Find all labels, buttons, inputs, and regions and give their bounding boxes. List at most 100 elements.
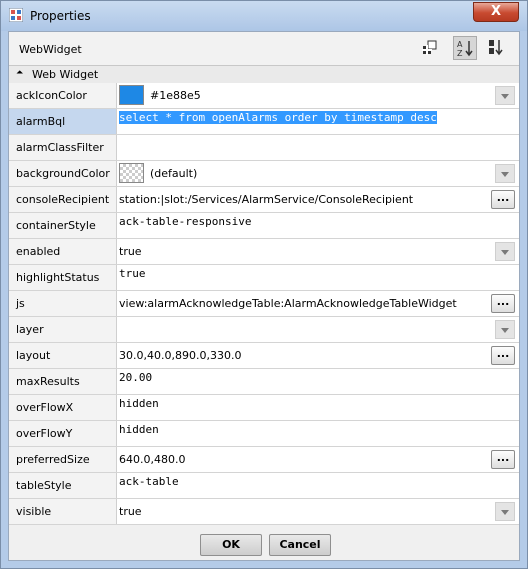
browse-button[interactable]: ... bbox=[491, 190, 515, 209]
property-row-highlightStatus[interactable]: highlightStatus true bbox=[9, 265, 519, 291]
property-value[interactable]: station:|slot:/Services/AlarmService/Con… bbox=[119, 187, 517, 212]
value-text: view:alarmAcknowledgeTable:AlarmAcknowle… bbox=[119, 297, 457, 310]
property-row-enabled[interactable]: enabled true bbox=[9, 239, 519, 265]
ok-button[interactable]: OK bbox=[200, 534, 262, 556]
property-name: js bbox=[9, 291, 117, 316]
property-name: layer bbox=[9, 317, 117, 342]
property-value[interactable]: 30.0,40.0,890.0,330.0 bbox=[119, 343, 517, 368]
property-name: overFlowY bbox=[9, 421, 117, 446]
property-row-maxResults[interactable]: maxResults 20.00 bbox=[9, 369, 519, 395]
header-title: WebWidget bbox=[19, 43, 82, 56]
property-value[interactable]: true bbox=[119, 239, 517, 264]
property-name: layout bbox=[9, 343, 117, 368]
property-name: maxResults bbox=[9, 369, 117, 394]
dropdown-arrow-icon[interactable] bbox=[495, 502, 515, 521]
value-text: true bbox=[119, 267, 146, 280]
close-button[interactable]: X bbox=[473, 2, 519, 22]
property-row-visible[interactable]: visible true bbox=[9, 499, 519, 525]
property-name: visible bbox=[9, 499, 117, 524]
property-name: consoleRecipient bbox=[9, 187, 117, 212]
color-value: (default) bbox=[150, 167, 198, 180]
value-text: 30.0,40.0,890.0,330.0 bbox=[119, 349, 242, 362]
sort-category-button[interactable] bbox=[485, 36, 509, 60]
property-value[interactable]: hidden bbox=[119, 395, 517, 422]
value-text: hidden bbox=[119, 397, 159, 410]
value-text: hidden bbox=[119, 423, 159, 436]
browse-button[interactable]: ... bbox=[491, 294, 515, 313]
properties-header: WebWidget A Z bbox=[9, 32, 519, 66]
value-text: 20.00 bbox=[119, 371, 153, 384]
value-text: ack-table-responsive bbox=[119, 215, 252, 228]
property-name: enabled bbox=[9, 239, 117, 264]
property-value[interactable] bbox=[119, 317, 517, 342]
window-title: Properties bbox=[30, 9, 91, 23]
property-row-preferredSize[interactable]: preferredSize 640.0,480.0... bbox=[9, 447, 519, 473]
dropdown-arrow-icon[interactable] bbox=[495, 242, 515, 261]
property-name: alarmBql bbox=[9, 109, 117, 134]
property-name: backgroundColor bbox=[9, 161, 117, 186]
property-value[interactable] bbox=[119, 135, 517, 160]
property-name: preferredSize bbox=[9, 447, 117, 472]
dropdown-arrow-icon[interactable] bbox=[495, 86, 515, 105]
sort-category-icon bbox=[489, 40, 503, 56]
close-icon: X bbox=[490, 4, 502, 19]
property-table: ackIconColor #1e88e5 alarmBql select * from… bbox=[9, 83, 519, 525]
property-value[interactable]: true bbox=[119, 265, 517, 292]
selected-text: select * from openAlarms order by timest… bbox=[119, 111, 437, 124]
property-row-tableStyle[interactable]: tableStyle ack-table bbox=[9, 473, 519, 499]
property-row-alarmBql[interactable]: alarmBql select * from openAlarms order b… bbox=[9, 109, 519, 135]
property-value[interactable]: ack-table bbox=[119, 473, 517, 500]
property-name: highlightStatus bbox=[9, 265, 117, 290]
property-name: overFlowX bbox=[9, 395, 117, 420]
property-value[interactable]: ack-table-responsive bbox=[119, 213, 517, 240]
collapse-arrow-icon[interactable]: ⏶ bbox=[16, 68, 23, 78]
dialog-client: WebWidget A Z ⏶ Web Widget ackIconColor … bbox=[8, 31, 520, 561]
property-value[interactable]: view:alarmAcknowledgeTable:AlarmAcknowle… bbox=[119, 291, 517, 316]
expand-button[interactable] bbox=[419, 36, 443, 60]
property-row-containerStyle[interactable]: containerStyle ack-table-responsive bbox=[9, 213, 519, 239]
value-text: true bbox=[119, 505, 142, 518]
property-value[interactable]: hidden bbox=[119, 421, 517, 448]
color-swatch[interactable] bbox=[119, 85, 144, 105]
property-value[interactable]: 640.0,480.0 bbox=[119, 447, 517, 472]
value-text: station:|slot:/Services/AlarmService/Con… bbox=[119, 193, 414, 206]
property-value[interactable]: true bbox=[119, 499, 517, 524]
property-row-consoleRecipient[interactable]: consoleRecipient station:|slot:/Services/… bbox=[9, 187, 519, 213]
value-text: ack-table bbox=[119, 475, 179, 488]
browse-button[interactable]: ... bbox=[491, 450, 515, 469]
value-text: 640.0,480.0 bbox=[119, 453, 186, 466]
property-row-layer[interactable]: layer bbox=[9, 317, 519, 343]
property-name: ackIconColor bbox=[9, 83, 117, 108]
section-label: Web Widget bbox=[32, 68, 99, 81]
svg-text:A: A bbox=[457, 40, 463, 49]
title-bar[interactable]: Properties X bbox=[1, 1, 527, 31]
property-row-layout[interactable]: layout 30.0,40.0,890.0,330.0... bbox=[9, 343, 519, 369]
property-row-overFlowX[interactable]: overFlowX hidden bbox=[9, 395, 519, 421]
dropdown-arrow-icon[interactable] bbox=[495, 164, 515, 183]
property-value[interactable]: (default) bbox=[119, 161, 517, 186]
value-text: true bbox=[119, 245, 142, 258]
cancel-button[interactable]: Cancel bbox=[269, 534, 331, 556]
property-row-overFlowY[interactable]: overFlowY hidden bbox=[9, 421, 519, 447]
sort-az-icon: A Z bbox=[457, 40, 473, 58]
property-name: tableStyle bbox=[9, 473, 117, 498]
color-swatch[interactable] bbox=[119, 163, 144, 183]
property-row-ackIconColor[interactable]: ackIconColor #1e88e5 bbox=[9, 83, 519, 109]
property-row-backgroundColor[interactable]: backgroundColor (default) bbox=[9, 161, 519, 187]
browse-button[interactable]: ... bbox=[491, 346, 515, 365]
property-value[interactable]: select * from openAlarms order by timest… bbox=[119, 109, 517, 136]
section-web-widget[interactable]: ⏶ Web Widget bbox=[9, 66, 519, 83]
property-row-alarmClassFilter[interactable]: alarmClassFilter bbox=[9, 135, 519, 161]
color-value: #1e88e5 bbox=[150, 89, 201, 102]
property-value[interactable]: #1e88e5 bbox=[119, 83, 517, 108]
sort-alphabetical-button[interactable]: A Z bbox=[453, 36, 477, 60]
expand-icon bbox=[422, 40, 437, 55]
properties-window: Properties X WebWidget A Z ⏶ Web Widget … bbox=[0, 0, 528, 569]
property-name: containerStyle bbox=[9, 213, 117, 238]
properties-app-icon bbox=[9, 8, 23, 22]
property-value[interactable]: 20.00 bbox=[119, 369, 517, 396]
dropdown-arrow-icon[interactable] bbox=[495, 320, 515, 339]
property-name: alarmClassFilter bbox=[9, 135, 117, 160]
property-row-js[interactable]: js view:alarmAcknowledgeTable:AlarmAcknow… bbox=[9, 291, 519, 317]
svg-text:Z: Z bbox=[457, 49, 463, 58]
